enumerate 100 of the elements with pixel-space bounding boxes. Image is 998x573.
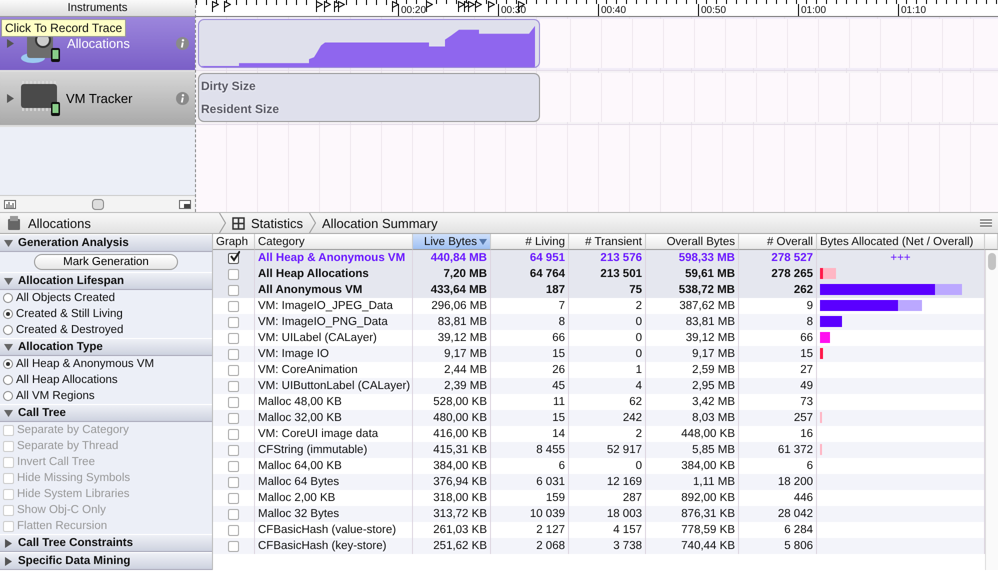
table-cell: VM: ImageIO_JPEG_Data (255, 298, 413, 314)
instrument-icon (6, 215, 22, 231)
checkbox[interactable] (228, 508, 239, 520)
section-header[interactable]: Allocation Lifespan (0, 272, 212, 290)
disclosure-icon[interactable] (4, 342, 13, 352)
table-cell: 251,62 KB (413, 538, 491, 554)
slider-handle-icon[interactable] (92, 198, 104, 210)
table-cell: 15 (491, 410, 569, 426)
table-cell: 59,61 MB (646, 266, 739, 282)
scrollbar-thumb[interactable] (988, 253, 996, 270)
table-cell: VM: UIButtonLabel (CALayer) (255, 378, 413, 394)
column-header[interactable]: # Living (491, 234, 569, 250)
table-cell: 740,44 KB (646, 538, 739, 554)
table-cell: Malloc 64 Bytes (255, 474, 413, 490)
column-header[interactable]: Graph (213, 234, 255, 250)
checkbox[interactable] (228, 252, 239, 264)
info-icon[interactable] (176, 92, 189, 105)
disclosure-icon[interactable] (6, 94, 15, 103)
checkbox[interactable] (228, 460, 239, 472)
track-name: Allocations (67, 36, 131, 51)
radio-button[interactable] (3, 391, 13, 401)
graph-icon[interactable] (4, 200, 16, 208)
sort-arrow-icon (479, 238, 487, 244)
instrument-track[interactable]: VM Tracker (0, 72, 195, 127)
table-cell: 278 527 (739, 250, 817, 266)
section-header[interactable]: Generation Analysis (0, 234, 212, 252)
table-cell: 18 200 (739, 474, 817, 490)
column-header[interactable]: # Transient (569, 234, 646, 250)
column-header[interactable]: Category (255, 234, 413, 250)
checkbox[interactable] (228, 364, 239, 376)
column-header[interactable]: Live Bytes (413, 234, 491, 250)
disclosure-icon[interactable] (4, 276, 13, 286)
chip-icon (21, 81, 60, 116)
table-cell: 598,33 MB (646, 250, 739, 266)
instrument-title: Allocations (28, 216, 91, 230)
radio-button[interactable] (3, 293, 13, 303)
table-cell: Malloc 32,00 KB (255, 410, 413, 426)
radio-button[interactable] (3, 325, 13, 335)
table-cell: 5 806 (739, 538, 817, 554)
checkbox[interactable] (228, 396, 239, 408)
checkbox[interactable] (228, 300, 239, 312)
table-cell: 538,72 MB (646, 282, 739, 298)
mark-generation-button[interactable]: Mark Generation (34, 254, 178, 270)
time-label: 00:50 (698, 4, 798, 16)
table-cell: 9,17 MB (646, 346, 739, 362)
table-cell: CFString (immutable) (255, 442, 413, 458)
option-label: All VM Regions (16, 390, 95, 402)
checkbox[interactable] (228, 412, 239, 424)
checkbox[interactable] (228, 284, 239, 296)
checkbox[interactable] (228, 380, 239, 392)
disclosure-icon[interactable] (4, 238, 13, 248)
option-label: All Objects Created (16, 292, 116, 304)
table-cell: VM: ImageIO_PNG_Data (255, 314, 413, 330)
radio-button[interactable] (3, 309, 13, 319)
tooltip: Click To Record Trace (1, 19, 126, 37)
time-label: 01:10 (898, 4, 998, 16)
info-icon[interactable] (176, 37, 189, 50)
table-cell: 28 042 (739, 506, 817, 522)
table-cell: 45 (491, 378, 569, 394)
checkbox[interactable] (228, 492, 239, 504)
breadcrumb[interactable]: Allocation Summary (322, 216, 438, 230)
flag-icon (392, 1, 399, 12)
section-header[interactable]: Call Tree (0, 404, 212, 422)
table-cell: VM: CoreAnimation (255, 362, 413, 378)
checkbox[interactable] (228, 540, 239, 552)
checkbox[interactable] (228, 316, 239, 328)
radio-button[interactable] (3, 375, 13, 385)
graph-label: Dirty Size (200, 78, 257, 93)
checkbox[interactable] (228, 332, 239, 344)
table-cell: 12 169 (569, 474, 646, 490)
disclosure-icon[interactable] (4, 408, 13, 418)
table-cell: All Heap Allocations (255, 266, 413, 282)
checkbox[interactable] (228, 348, 239, 360)
layout-icon[interactable] (179, 200, 191, 208)
section-header[interactable]: Call Tree Constraints (0, 534, 212, 552)
option-label: Hide System Libraries (17, 488, 130, 500)
menu-icon[interactable] (980, 219, 992, 227)
table-cell: 2,39 MB (413, 378, 491, 394)
column-header[interactable]: Bytes Allocated (Net / Overall) (817, 234, 985, 250)
table-cell: 433,64 MB (413, 282, 491, 298)
checkbox[interactable] (228, 428, 239, 440)
option-label: Show Obj-C Only (17, 504, 106, 516)
checkbox[interactable] (228, 476, 239, 488)
radio-button[interactable] (3, 359, 13, 369)
section-header[interactable]: Allocation Type (0, 338, 212, 356)
column-header[interactable]: Overall Bytes (646, 234, 739, 250)
option-label: All Heap & Anonymous VM (16, 358, 154, 370)
option-label: Invert Call Tree (17, 456, 95, 468)
table-cell: 876,31 KB (646, 506, 739, 522)
table-cell: All Anonymous VM (255, 282, 413, 298)
checkbox[interactable] (228, 268, 239, 280)
breadcrumb[interactable]: Statistics (251, 216, 304, 230)
table-cell: All Heap & Anonymous VM (255, 250, 413, 266)
checkbox[interactable] (228, 444, 239, 456)
track-name: VM Tracker (66, 91, 134, 106)
table-cell: 262 (739, 282, 817, 298)
section-header[interactable]: Specific Data Mining (0, 552, 212, 570)
table-cell: 2,95 MB (646, 378, 739, 394)
column-header[interactable]: # Overall (739, 234, 817, 250)
checkbox[interactable] (228, 524, 239, 536)
